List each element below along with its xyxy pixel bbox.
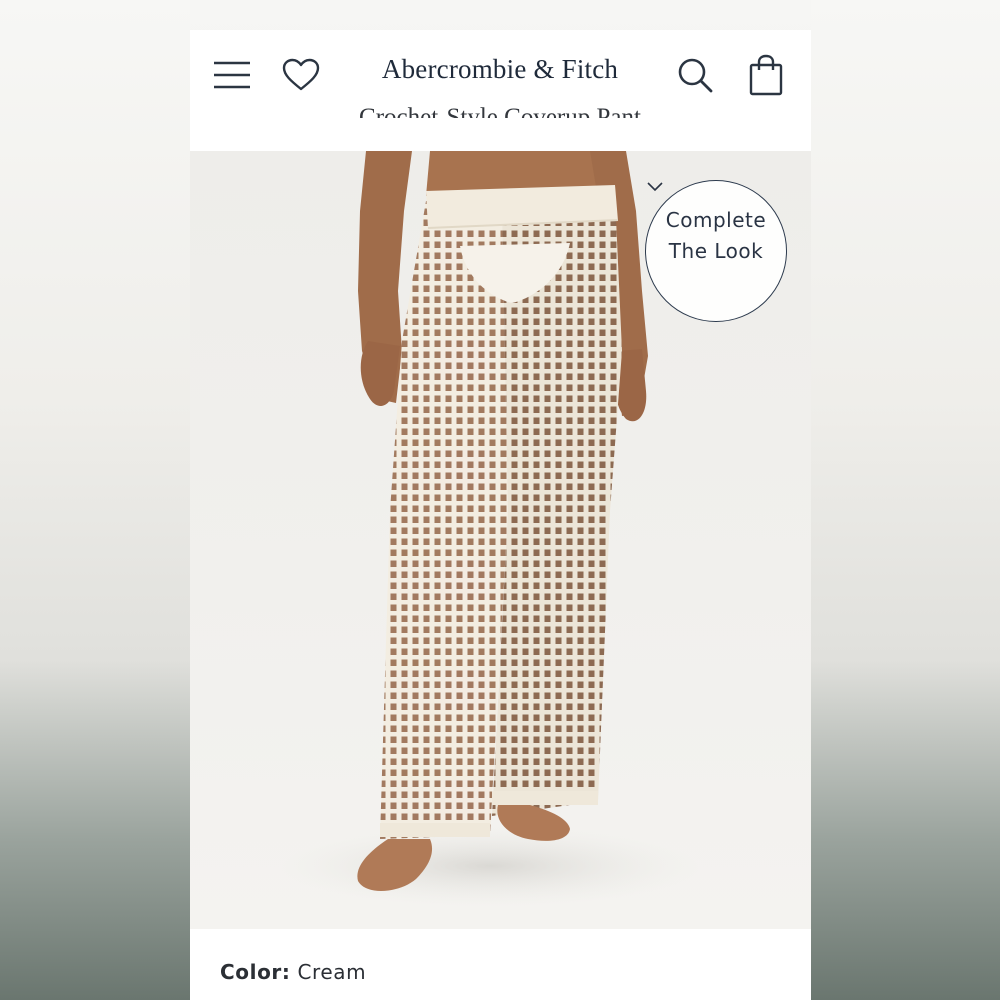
bag-icon[interactable]: [748, 54, 784, 96]
complete-the-look-button[interactable]: Complete The Look: [645, 180, 787, 322]
complete-the-look-line2: The Look: [668, 239, 764, 263]
complete-the-look-line1: Complete: [665, 208, 767, 232]
color-value: Cream: [297, 960, 367, 984]
product-image[interactable]: Complete The Look: [190, 151, 811, 929]
right-background: [811, 0, 1000, 1000]
brand-logo[interactable]: Abercrombie & Fitch: [340, 54, 660, 85]
menu-icon[interactable]: [212, 60, 252, 90]
heart-icon[interactable]: [282, 58, 320, 92]
color-selection: Color: Cream: [220, 960, 366, 984]
product-title-partial: Crochet-Style Coverup Pant: [359, 104, 641, 118]
chevron-down-icon: [647, 182, 663, 192]
left-background: [0, 0, 190, 1000]
mobile-page: Abercrombie & Fitch Crochet-Style Coveru…: [190, 30, 811, 1000]
site-header: Abercrombie & Fitch Crochet-Style Coveru…: [190, 30, 811, 151]
search-icon[interactable]: [676, 56, 714, 94]
color-label: Color:: [220, 960, 291, 984]
